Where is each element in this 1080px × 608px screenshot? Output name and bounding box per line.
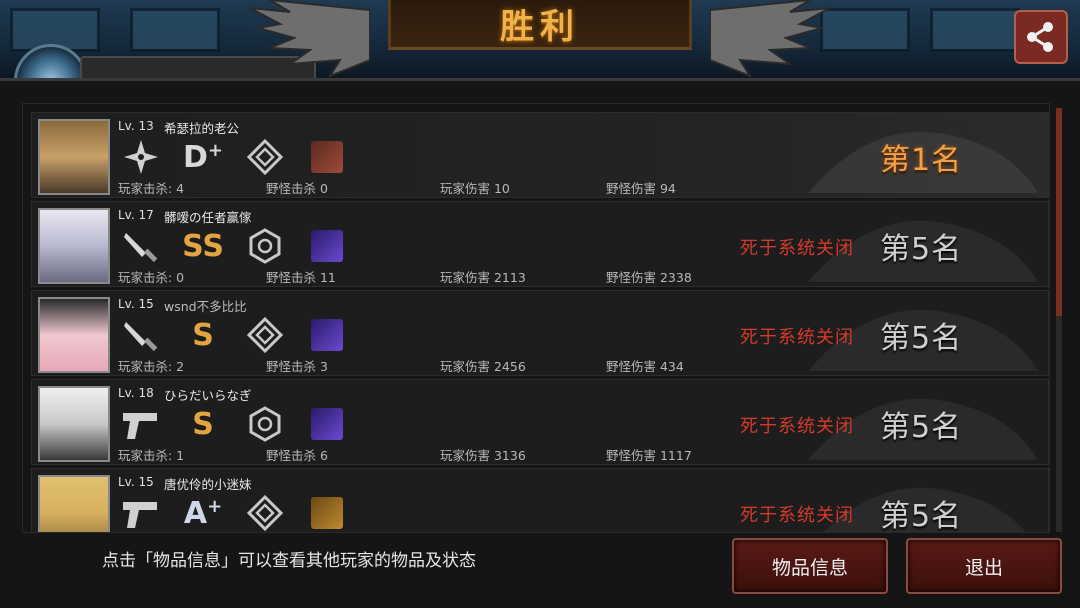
rank-label: 第5名: [880, 321, 963, 356]
monster-kills: 野怪击杀 3: [266, 359, 328, 374]
player-row: Lv. 15 唐优伶的小迷妹 A+ 死于系统关闭 第5名: [31, 468, 1049, 533]
rank-label: 第5名: [880, 499, 963, 533]
player-name: 髒嗳の任者赢傢: [164, 210, 252, 225]
item-icon: [306, 226, 348, 266]
monster-kills: 野怪击杀 6: [266, 448, 328, 463]
share-button[interactable]: [1014, 10, 1068, 64]
player-level: Lv. 15: [118, 475, 154, 489]
item-icon: [306, 315, 348, 355]
player-damage: 玩家伤害 3136: [440, 448, 526, 463]
player-row: Lv. 13 希瑟拉的老公 D+ 玩家击杀: 4 野怪击杀 0 玩家伤害 10 …: [31, 112, 1049, 198]
player-name: wsnd不多比比: [164, 299, 247, 314]
bg-window: [930, 8, 1020, 52]
player-name: 希瑟拉的老公: [164, 121, 240, 136]
player-kills: 玩家击杀: 2: [118, 359, 185, 374]
monster-kills: 野怪击杀 0: [266, 181, 328, 196]
grade-badge: SS: [182, 228, 224, 264]
monster-damage: 野怪伤害 94: [606, 181, 676, 196]
bg-window: [820, 8, 910, 52]
player-level: Lv. 17: [118, 208, 154, 222]
player-kills: 玩家击杀: 1: [118, 448, 185, 463]
grade-badge: S: [192, 406, 214, 442]
monster-damage: 野怪伤害 2338: [606, 270, 692, 285]
item-icon: [306, 404, 348, 444]
avatar: [38, 475, 110, 532]
results-panel: Lv. 13 希瑟拉的老公 D+ 玩家击杀: 4 野怪击杀 0 玩家伤害 10 …: [0, 78, 1080, 608]
rank-diamond-icon: [244, 493, 286, 532]
pistol-icon: [120, 404, 162, 444]
player-level: Lv. 18: [118, 386, 154, 400]
death-status: 死于系统关闭: [740, 327, 854, 348]
player-row: Lv. 18 ひらだいらなぎ S 玩家击杀: 1 野怪击杀 6 玩家伤害 313…: [31, 379, 1049, 465]
death-status: 死于系统关闭: [740, 416, 854, 437]
player-row: Lv. 15 wsnd不多比比 S 玩家击杀: 2 野怪击杀 3 玩家伤害 24…: [31, 290, 1049, 376]
bg-window: [130, 8, 220, 52]
rank-diamond-icon: [244, 137, 286, 177]
rank-label: 第5名: [880, 410, 963, 445]
rank-hexagon-icon: [244, 226, 286, 266]
rank-hexagon-icon: [244, 404, 286, 444]
grade-badge: A+: [183, 495, 223, 531]
victory-title: 胜利: [500, 7, 580, 47]
player-damage: 玩家伤害 2113: [440, 270, 526, 285]
item-icon: [306, 137, 348, 177]
knife-icon: [120, 226, 162, 266]
avatar: [38, 119, 110, 195]
left-wing-ornament: [250, 0, 370, 78]
death-status: 死于系统关闭: [740, 238, 854, 259]
player-damage: 玩家伤害 10: [440, 181, 510, 196]
player-level: Lv. 15: [118, 297, 154, 311]
monster-damage: 野怪伤害 434: [606, 359, 684, 374]
exit-button[interactable]: 退出: [906, 538, 1062, 594]
results-list[interactable]: Lv. 13 希瑟拉的老公 D+ 玩家击杀: 4 野怪击杀 0 玩家伤害 10 …: [22, 103, 1050, 533]
player-row: Lv. 17 髒嗳の任者赢傢 SS 玩家击杀: 0 野怪击杀 11 玩家伤害 2…: [31, 201, 1049, 287]
rank-diamond-icon: [244, 315, 286, 355]
player-kills: 玩家击杀: 0: [118, 270, 185, 285]
rank-label: 第5名: [880, 232, 963, 267]
death-status: 死于系统关闭: [740, 505, 854, 526]
item-info-button[interactable]: 物品信息: [732, 538, 888, 594]
victory-banner: 胜利: [388, 0, 692, 50]
player-name: 唐优伶的小迷妹: [164, 477, 252, 492]
right-wing-ornament: [710, 0, 830, 78]
pistol-icon: [120, 493, 162, 532]
footer-hint: 点击「物品信息」可以查看其他玩家的物品及状态: [102, 551, 476, 571]
item-icon: [306, 493, 348, 532]
rank-label: 第1名: [880, 143, 963, 178]
monster-kills: 野怪击杀 11: [266, 270, 336, 285]
player-name: ひらだいらなぎ: [164, 388, 252, 403]
grade-badge: D+: [183, 139, 223, 175]
share-icon: [1027, 22, 1053, 52]
avatar: [38, 386, 110, 462]
player-kills: 玩家击杀: 4: [118, 181, 185, 196]
knife-icon: [120, 315, 162, 355]
monster-damage: 野怪伤害 1117: [606, 448, 692, 463]
shuriken-icon: [120, 137, 162, 177]
player-level: Lv. 13: [118, 119, 154, 133]
player-damage: 玩家伤害 2456: [440, 359, 526, 374]
avatar: [38, 297, 110, 373]
avatar: [38, 208, 110, 284]
scrollbar-thumb[interactable]: [1056, 108, 1062, 316]
grade-badge: S: [192, 317, 214, 353]
